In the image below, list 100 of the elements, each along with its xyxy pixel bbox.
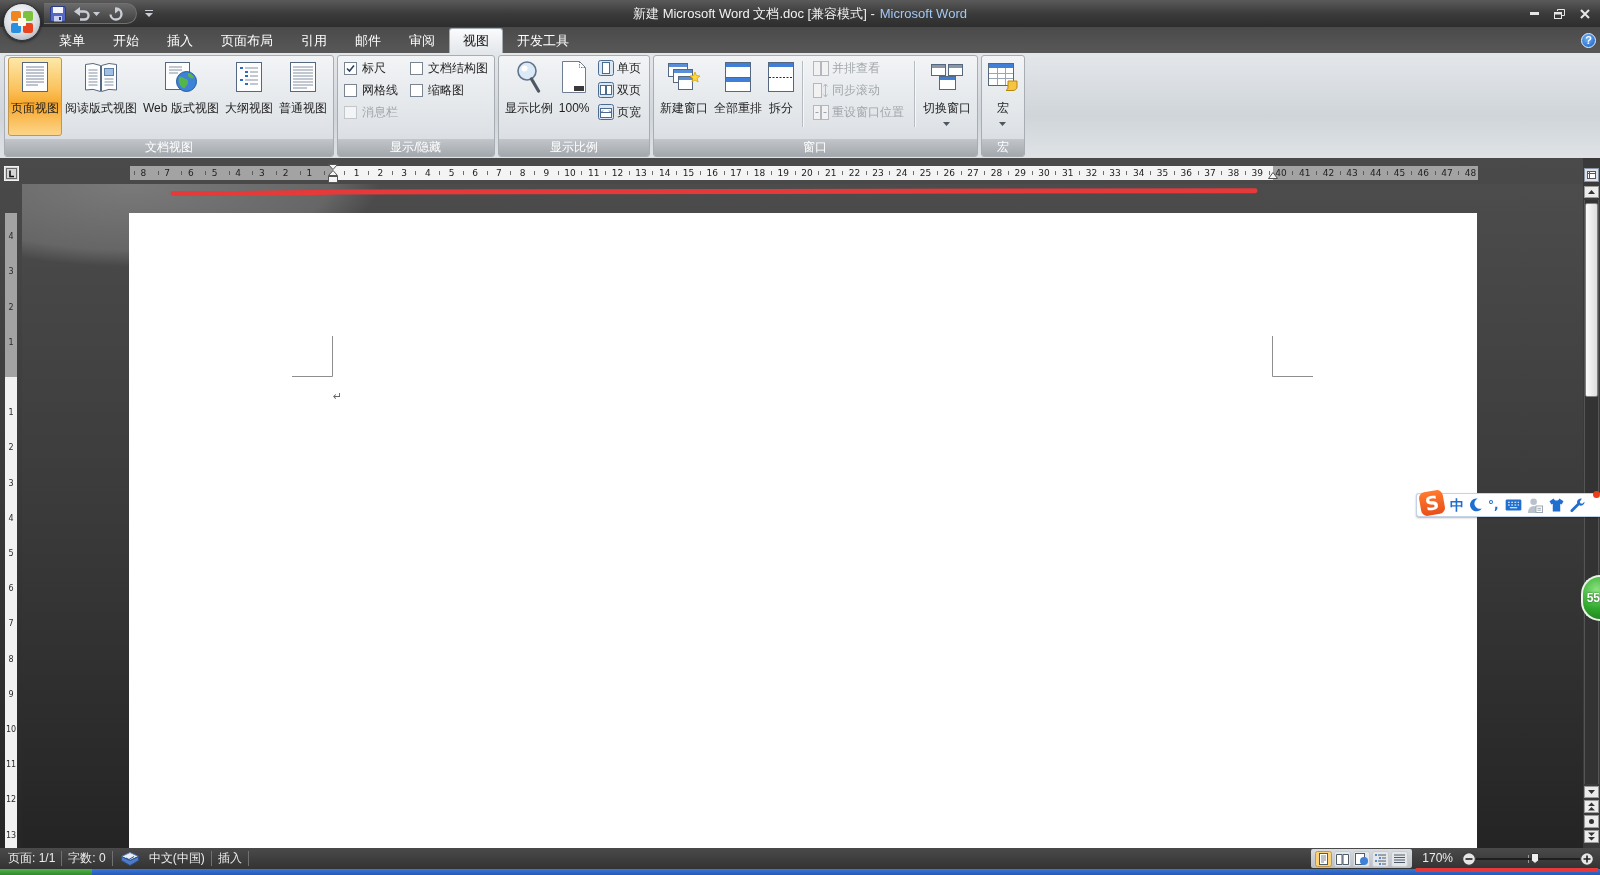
- two-pages-icon: [597, 82, 614, 98]
- browse-object-icon[interactable]: [1584, 815, 1599, 828]
- undo-icon[interactable]: [74, 6, 90, 21]
- crescent-moon-icon[interactable]: [1470, 498, 1482, 512]
- ribbon-button[interactable]: 页宽: [595, 102, 643, 122]
- switch-windows-icon: [930, 64, 963, 90]
- restore-icon[interactable]: [1554, 8, 1565, 19]
- redo-icon[interactable]: [108, 6, 124, 21]
- stacked-windows-icon: [667, 63, 700, 91]
- ribbon-tab[interactable]: 插入: [153, 28, 207, 53]
- ruler-number: 44: [1370, 167, 1382, 179]
- ruler-number: 27: [967, 167, 979, 179]
- ruler-number: 46: [1417, 167, 1429, 179]
- ruler-number: 2: [282, 167, 289, 179]
- ruler-number: 39: [1251, 167, 1263, 179]
- ribbon-tab[interactable]: 菜单: [45, 28, 99, 53]
- ribbon-button[interactable]: 全部重排: [710, 57, 765, 136]
- next-page-icon[interactable]: [1584, 830, 1599, 843]
- ribbon-button[interactable]: 双页: [595, 80, 643, 100]
- t-shirt-icon[interactable]: [1548, 498, 1564, 512]
- keyboard-icon[interactable]: [1504, 499, 1522, 511]
- ruler-number: 3: [401, 167, 407, 179]
- page-indicator: 页面: 1/1: [7, 851, 57, 866]
- left-tab-stop-icon[interactable]: [4, 166, 19, 181]
- caret-icon[interactable]: [93, 11, 100, 16]
- checkbox[interactable]: [409, 61, 423, 75]
- ribbon-tab[interactable]: 视图: [449, 28, 503, 53]
- ruler-toggle-icon[interactable]: [1584, 168, 1599, 182]
- ruler-number: 6: [8, 583, 14, 593]
- ruler-number: 41: [1298, 167, 1311, 179]
- page-icon: [22, 62, 48, 92]
- zoom-in-icon[interactable]: [1580, 851, 1594, 866]
- ruler-number: 2: [8, 442, 14, 452]
- punctuation-toggle[interactable]: °,: [1488, 497, 1499, 513]
- ribbon-tab[interactable]: 开始: [99, 28, 153, 53]
- print-layout-icon[interactable]: [1315, 850, 1333, 867]
- ribbon-button[interactable]: 显示比例: [501, 57, 556, 136]
- page-width-icon: [597, 104, 614, 120]
- start-button[interactable]: [0, 869, 92, 875]
- ruler-number: 36: [1180, 167, 1192, 179]
- web-layout-icon[interactable]: [1353, 850, 1371, 867]
- ruler-number: 18: [753, 167, 766, 179]
- group-label: 文档视图: [5, 139, 333, 156]
- ruler-number: 15: [682, 167, 695, 179]
- input-mode-toggle[interactable]: 中: [1450, 496, 1464, 514]
- scroll-thumb[interactable]: [1585, 203, 1598, 397]
- margin-corner-icon: [292, 336, 333, 377]
- ruler-number: 4: [235, 167, 242, 179]
- ribbon-tab[interactable]: 引用: [287, 28, 341, 53]
- ruler-number: 22: [848, 167, 861, 179]
- ruler-number: 8: [8, 654, 14, 664]
- ribbon-button[interactable]: 100%: [555, 57, 593, 136]
- ribbon-button[interactable]: Web 版式视图: [140, 57, 222, 136]
- checkbox[interactable]: [409, 83, 423, 97]
- ribbon-button[interactable]: 新建窗口: [656, 57, 711, 136]
- zoom-out-icon[interactable]: [1462, 851, 1476, 866]
- ruler-number: 9: [8, 689, 14, 699]
- dropdown-button[interactable]: 宏: [984, 57, 1021, 136]
- proofing-book-icon[interactable]: [120, 851, 139, 866]
- ribbon-button[interactable]: 页面视图: [8, 57, 62, 136]
- draft-icon[interactable]: [1391, 850, 1409, 867]
- ribbon-tab[interactable]: 邮件: [341, 28, 395, 53]
- caret-icon: [999, 122, 1006, 126]
- ribbon-button[interactable]: 普通视图: [275, 57, 330, 136]
- ruler-number: 5: [8, 548, 14, 558]
- checkbox-label: 文档结构图: [427, 59, 488, 77]
- previous-page-icon[interactable]: [1584, 800, 1599, 813]
- checkbox[interactable]: [343, 61, 357, 75]
- page-icon: [562, 61, 587, 93]
- ruler-number: 37: [1204, 167, 1216, 179]
- wrench-icon[interactable]: [1569, 497, 1585, 513]
- word-count: 字数: 0: [67, 851, 107, 866]
- ruler-number: 40: [1275, 167, 1287, 179]
- ribbon-tab[interactable]: 开发工具: [503, 28, 583, 53]
- ribbon-tab[interactable]: 审阅: [395, 28, 449, 53]
- ribbon-button[interactable]: 拆分: [764, 57, 797, 136]
- dropdown-button[interactable]: 切换窗口: [919, 57, 974, 136]
- ruler-number: 47: [1441, 167, 1453, 179]
- checkbox-label: 消息栏: [361, 103, 398, 121]
- notification-dot-icon: [1593, 491, 1600, 498]
- zoom-percent-button[interactable]: 170%: [1417, 851, 1458, 866]
- close-icon[interactable]: [1580, 8, 1590, 19]
- zoom-slider[interactable]: [1476, 852, 1580, 865]
- save-icon[interactable]: [50, 5, 66, 22]
- customize-caret-icon[interactable]: [145, 10, 153, 17]
- ribbon-button[interactable]: 阅读版式视图: [62, 57, 140, 136]
- ruler-number: 17: [730, 167, 742, 179]
- ribbon-tab[interactable]: 页面布局: [207, 28, 287, 53]
- outline-icon[interactable]: [1372, 850, 1390, 867]
- ruler-number: 3: [8, 478, 14, 488]
- outline-page-icon: [235, 62, 262, 92]
- indent-marker-icon[interactable]: [328, 164, 338, 183]
- ruler-number: 12: [611, 167, 624, 179]
- ribbon-button[interactable]: 大纲视图: [221, 57, 276, 136]
- slider-thumb[interactable]: [1531, 852, 1540, 864]
- checkbox[interactable]: [343, 83, 357, 97]
- reading-layout-icon[interactable]: [1334, 850, 1352, 867]
- paragraph-mark: ↵: [333, 391, 343, 403]
- ruler-number: 13: [635, 167, 647, 179]
- ribbon-button[interactable]: 单页: [595, 58, 643, 78]
